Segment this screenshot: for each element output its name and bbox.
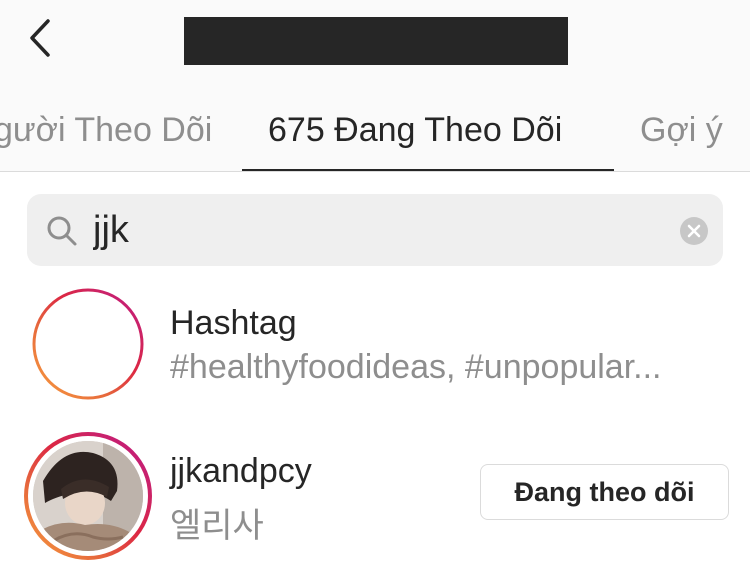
result-user[interactable]: jjkandpcy 엘리사 Đang theo dõi: [0, 422, 750, 560]
clear-icon: [687, 224, 701, 238]
redacted-title: [184, 17, 568, 65]
tab-bar: gười Theo Dõi 675 Đang Theo Dõi Gợi ý: [0, 88, 750, 172]
username: jjkandpcy: [170, 452, 312, 490]
hashtag-subtitle: #healthyfoodideas, #unpopular...: [170, 348, 662, 386]
tab-following[interactable]: 675 Đang Theo Dõi: [268, 110, 562, 150]
search-bar[interactable]: [27, 194, 723, 266]
tab-followers[interactable]: gười Theo Dõi: [0, 110, 220, 150]
tab-suggestions[interactable]: Gợi ý: [640, 110, 723, 150]
display-name: 엘리사: [170, 507, 264, 545]
active-tab-indicator: [242, 169, 614, 171]
hashtag-title: Hashtag: [170, 304, 297, 342]
back-button[interactable]: [22, 16, 58, 60]
following-button[interactable]: Đang theo dõi: [480, 464, 729, 520]
chevron-left-icon: [30, 19, 50, 57]
clear-search-button[interactable]: [680, 217, 708, 245]
hashtag-icon: [32, 288, 144, 400]
top-bar: [0, 0, 750, 88]
result-hashtag[interactable]: Hashtag #healthyfoodideas, #unpopular...: [0, 280, 750, 412]
search-input[interactable]: [93, 206, 653, 254]
avatar[interactable]: [24, 432, 152, 560]
tab-followers-label: gười Theo Dõi: [0, 111, 213, 149]
search-icon: [47, 216, 77, 246]
